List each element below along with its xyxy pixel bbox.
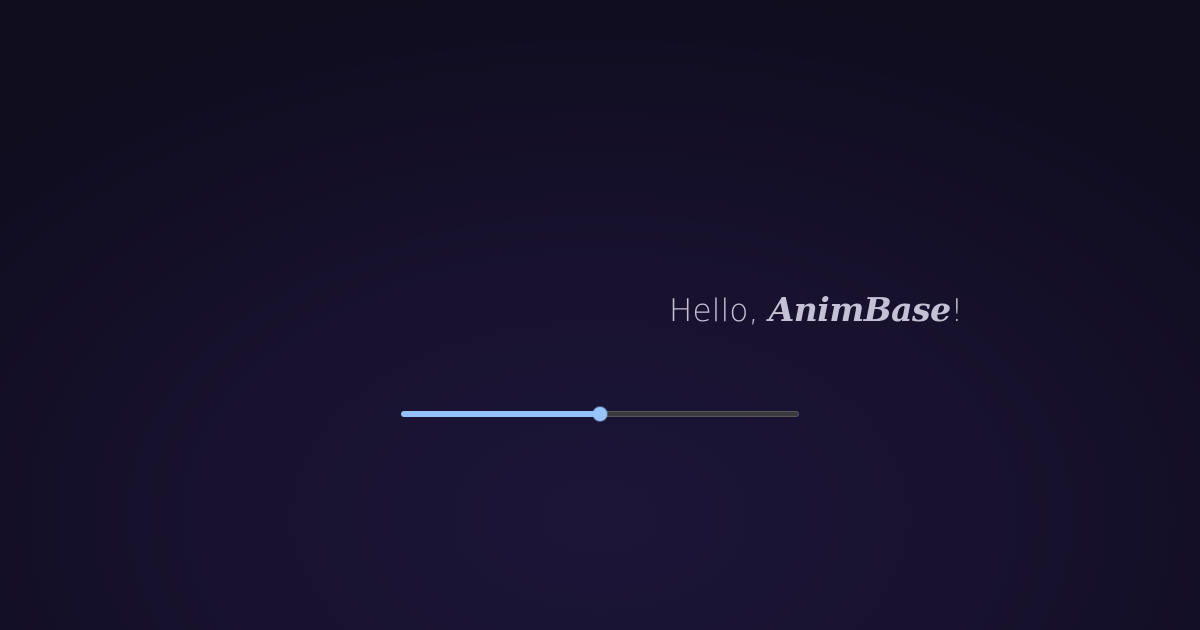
greeting-prefix: Hello, (669, 293, 769, 329)
greeting-text: Hello, AnimBase! (669, 288, 963, 332)
brand-name: AnimBase (768, 290, 951, 329)
slider-thumb[interactable] (593, 407, 607, 421)
greeting-suffix: ! (950, 293, 964, 329)
range-slider[interactable] (400, 404, 800, 426)
slider-fill (401, 411, 600, 417)
